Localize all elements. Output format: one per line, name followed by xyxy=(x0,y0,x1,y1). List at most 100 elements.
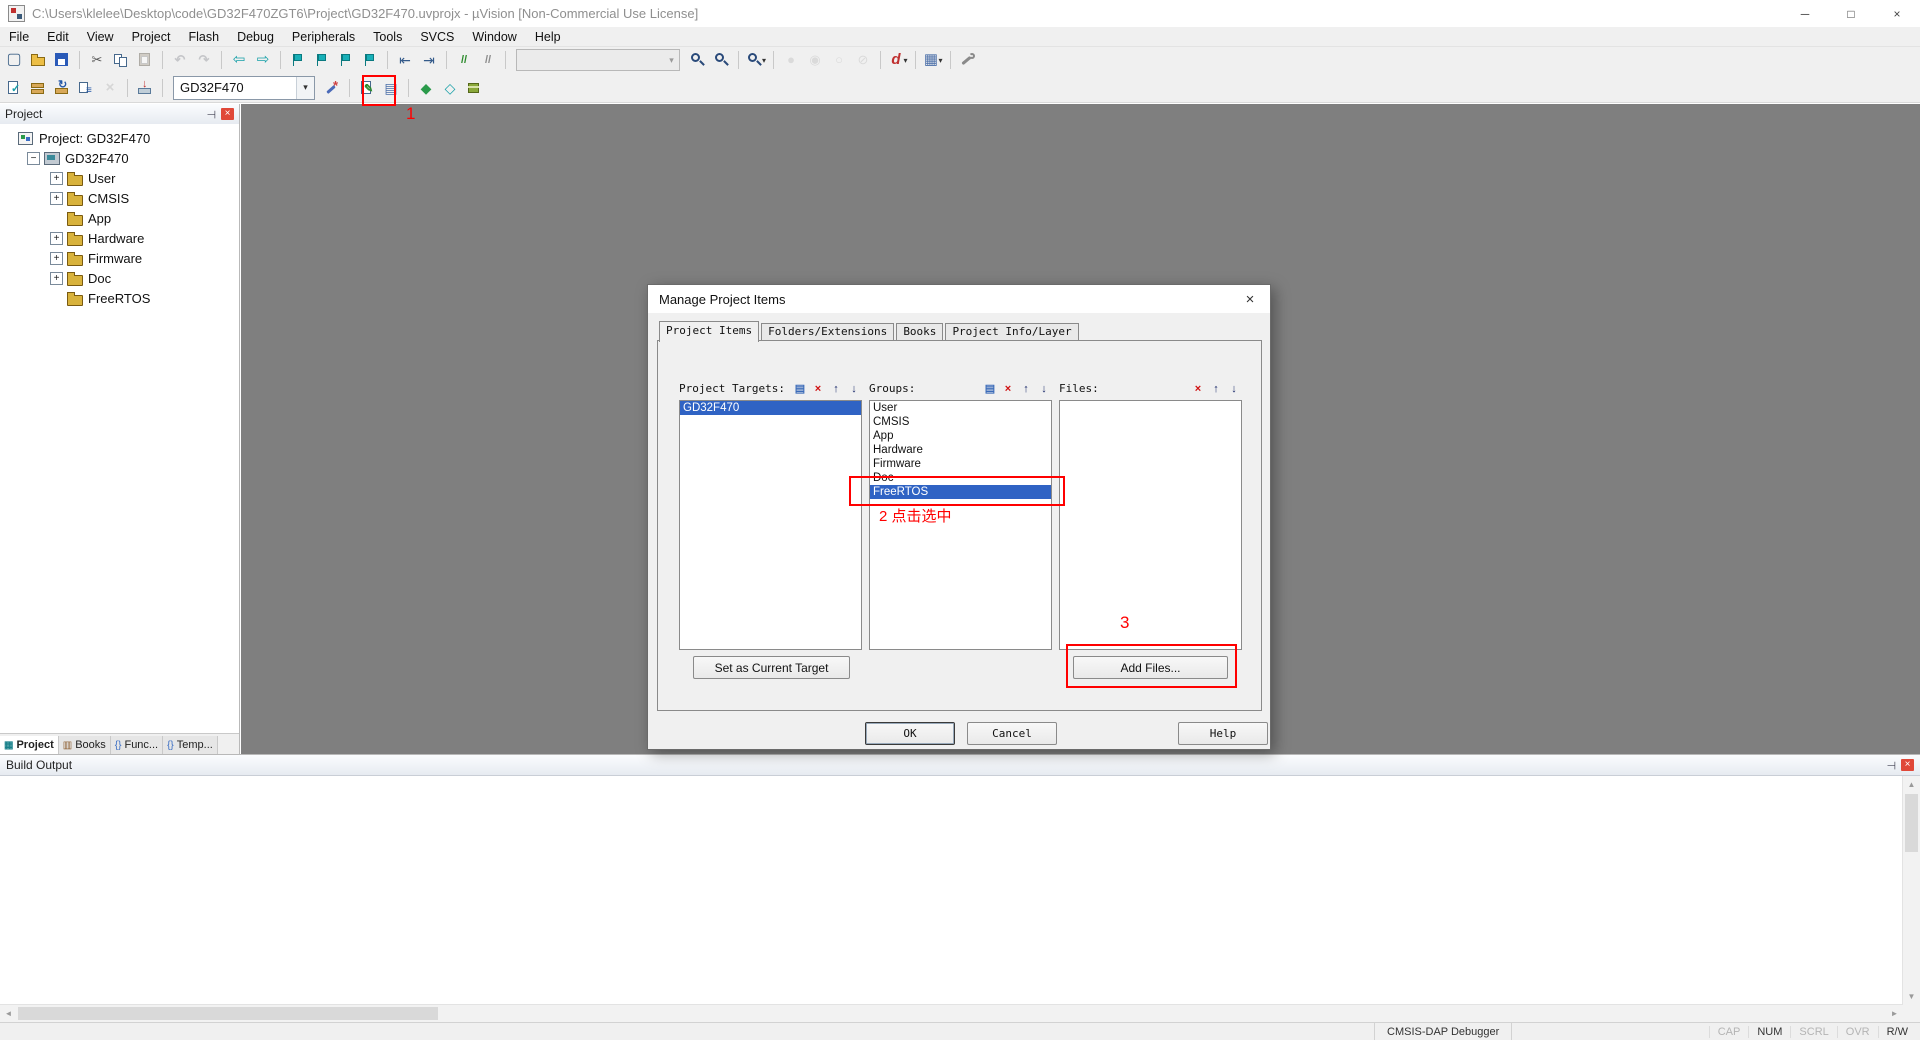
expand-toggle-icon[interactable] xyxy=(50,232,63,245)
build-icon[interactable] xyxy=(27,76,49,100)
save-icon[interactable] xyxy=(51,48,73,72)
tree-item[interactable]: App xyxy=(0,208,239,228)
scrollbar-thumb[interactable] xyxy=(1905,794,1918,852)
redo-icon[interactable]: ↷ xyxy=(193,48,215,72)
close-button[interactable]: × xyxy=(1874,0,1920,27)
list-item[interactable]: Hardware xyxy=(870,443,1051,457)
move-down-icon[interactable]: ↓ xyxy=(1036,382,1052,396)
menu-item[interactable]: Peripherals xyxy=(283,27,364,46)
panel-tab[interactable]: {} Func... xyxy=(111,736,163,754)
nav-back-icon[interactable]: ⇦ xyxy=(228,48,250,72)
move-up-icon[interactable]: ↑ xyxy=(828,382,844,396)
list-item[interactable]: FreeRTOS xyxy=(870,485,1051,499)
uncomment-icon[interactable]: // xyxy=(477,48,499,72)
configuration-icon[interactable] xyxy=(957,48,979,72)
new-target-icon[interactable]: ▤ xyxy=(792,382,808,396)
tree-item[interactable]: Firmware xyxy=(0,248,239,268)
tree-item[interactable]: Doc xyxy=(0,268,239,288)
list-item[interactable]: User xyxy=(870,401,1051,415)
incremental-find-icon[interactable] xyxy=(710,48,732,72)
tree-item[interactable]: Hardware xyxy=(0,228,239,248)
expand-toggle-icon[interactable] xyxy=(50,252,63,265)
breakpoint-disable-all-icon[interactable]: ○ xyxy=(828,48,850,72)
expand-toggle-icon[interactable] xyxy=(27,152,40,165)
menu-item[interactable]: Flash xyxy=(179,27,228,46)
scroll-right-icon[interactable]: ► xyxy=(1886,1005,1903,1022)
target-options-icon[interactable] xyxy=(321,76,343,100)
bookmark-toggle-icon[interactable] xyxy=(287,48,309,72)
list-item[interactable]: App xyxy=(870,429,1051,443)
expand-toggle-icon[interactable] xyxy=(50,172,63,185)
move-up-icon[interactable]: ↑ xyxy=(1018,382,1034,396)
new-file-icon[interactable]: ▢ xyxy=(3,48,25,72)
open-folder-icon[interactable] xyxy=(27,48,49,72)
maximize-button[interactable]: □ xyxy=(1828,0,1874,27)
nav-forward-icon[interactable]: ⇨ xyxy=(252,48,274,72)
help-button[interactable]: Help xyxy=(1178,722,1268,745)
project-tree[interactable]: Project: GD32F470 GD32F470 User xyxy=(0,124,239,734)
menu-item[interactable]: View xyxy=(78,27,123,46)
bookmark-prev-icon[interactable] xyxy=(311,48,333,72)
delete-icon[interactable]: × xyxy=(1190,382,1206,396)
menu-item[interactable]: SVCS xyxy=(411,27,463,46)
vertical-scrollbar[interactable]: ▲ ▼ xyxy=(1902,776,1920,1005)
comment-icon[interactable]: // xyxy=(453,48,475,72)
menu-item[interactable]: Help xyxy=(526,27,570,46)
scroll-left-icon[interactable]: ◄ xyxy=(0,1005,17,1022)
breakpoint-enable-icon[interactable]: ◉ xyxy=(804,48,826,72)
dialog-close-button[interactable]: × xyxy=(1230,285,1270,313)
build-output-content[interactable]: ▲ ▼ ◄ ► xyxy=(0,776,1920,1022)
close-panel-icon[interactable] xyxy=(221,108,234,120)
find-combo-dropdown-icon[interactable] xyxy=(664,50,679,70)
pack-installer-icon[interactable] xyxy=(463,76,485,100)
expand-toggle-icon[interactable] xyxy=(50,272,63,285)
tree-item[interactable]: Project: GD32F470 xyxy=(0,128,239,148)
indent-left-icon[interactable]: ⇤ xyxy=(394,48,416,72)
list-item[interactable]: CMSIS xyxy=(870,415,1051,429)
close-panel-icon[interactable] xyxy=(1901,759,1914,771)
file-extensions-icon[interactable]: ▤ xyxy=(380,76,402,100)
translate-icon[interactable] xyxy=(3,76,25,100)
stop-build-icon[interactable]: × xyxy=(99,76,121,100)
list-item[interactable]: Firmware xyxy=(870,457,1051,471)
panel-tab[interactable]: ▦ Project xyxy=(0,736,59,754)
scrollbar-thumb[interactable] xyxy=(18,1007,438,1020)
undo-icon[interactable]: ↶ xyxy=(169,48,191,72)
scroll-up-icon[interactable]: ▲ xyxy=(1903,776,1920,793)
menu-item[interactable]: Window xyxy=(463,27,525,46)
rebuild-icon[interactable] xyxy=(51,76,73,100)
panel-tab[interactable]: {} Temp... xyxy=(163,736,218,754)
pin-icon[interactable] xyxy=(204,108,217,121)
copy-icon[interactable] xyxy=(110,48,132,72)
bookmark-clear-icon[interactable] xyxy=(359,48,381,72)
tree-item[interactable]: FreeRTOS xyxy=(0,288,239,308)
target-select[interactable]: GD32F470 xyxy=(173,76,315,100)
dialog-tab[interactable]: Books xyxy=(896,323,943,341)
manage-project-items-icon[interactable] xyxy=(356,76,378,100)
paste-icon[interactable] xyxy=(134,48,156,72)
tree-item[interactable]: CMSIS xyxy=(0,188,239,208)
horizontal-scrollbar[interactable]: ◄ ► xyxy=(0,1004,1903,1022)
delete-icon[interactable]: × xyxy=(1000,382,1016,396)
menu-item[interactable]: File xyxy=(0,27,38,46)
move-down-icon[interactable]: ↓ xyxy=(846,382,862,396)
manage-rte-icon[interactable]: ◆ xyxy=(415,76,437,100)
batch-build-icon[interactable] xyxy=(75,76,97,100)
window-layout-icon[interactable]: ▦ xyxy=(922,48,944,72)
files-list[interactable] xyxy=(1059,400,1242,650)
pin-icon[interactable] xyxy=(1884,759,1897,772)
menu-item[interactable]: Edit xyxy=(38,27,78,46)
breakpoint-toggle-icon[interactable]: ● xyxy=(780,48,802,72)
new-group-icon[interactable]: ▤ xyxy=(982,382,998,396)
move-up-icon[interactable]: ↑ xyxy=(1208,382,1224,396)
dialog-tab[interactable]: Folders/Extensions xyxy=(761,323,894,341)
select-software-packs-icon[interactable]: ◇ xyxy=(439,76,461,100)
set-as-current-target-button[interactable]: Set as Current Target xyxy=(693,656,850,679)
cancel-button[interactable]: Cancel xyxy=(967,722,1057,745)
ok-button[interactable]: OK xyxy=(865,722,955,745)
find-combo[interactable] xyxy=(516,49,680,71)
bookmark-next-icon[interactable] xyxy=(335,48,357,72)
find-icon[interactable] xyxy=(686,48,708,72)
breakpoint-kill-all-icon[interactable]: ⊘ xyxy=(852,48,874,72)
groups-list[interactable]: UserCMSISAppHardwareFirmwareDocFreeRTOS xyxy=(869,400,1052,650)
